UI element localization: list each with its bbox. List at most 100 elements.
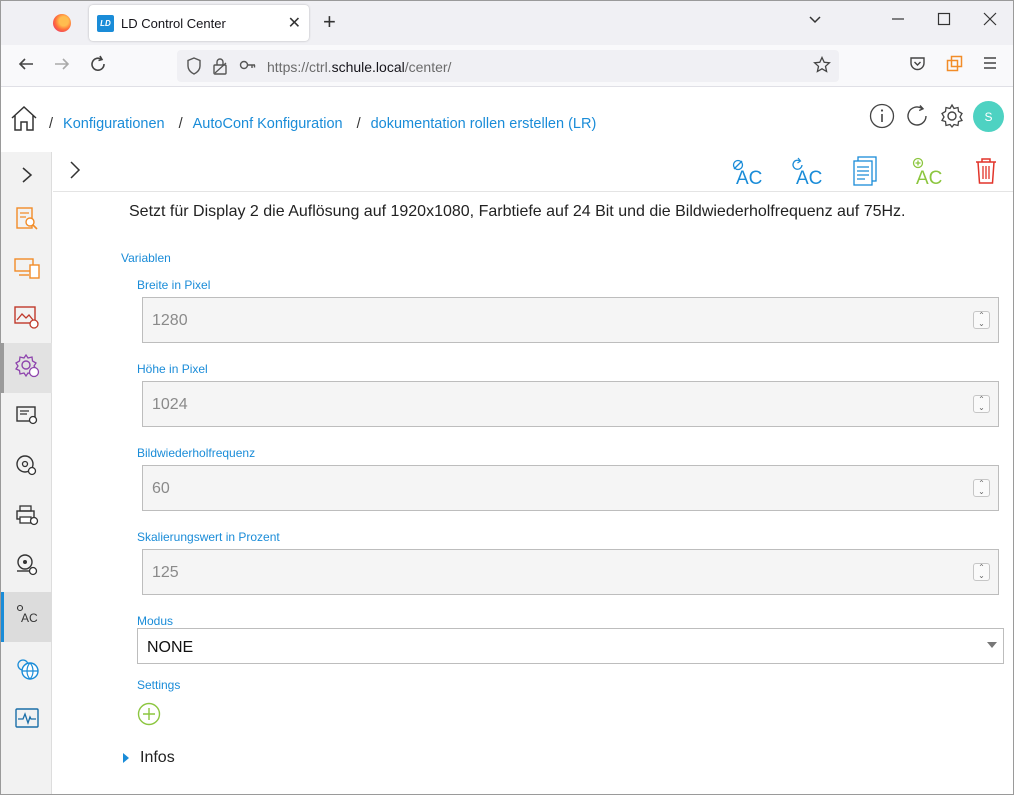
bookmark-star-icon[interactable] <box>813 55 831 79</box>
forward-icon[interactable] <box>53 55 71 78</box>
sidebar-item-reports[interactable] <box>1 196 52 246</box>
disc-icon <box>14 452 40 483</box>
refresh-rate-label: Bildwiederholfrequenz <box>137 446 256 460</box>
breadcrumb-separator: / <box>178 116 183 132</box>
infos-label: Infos <box>140 749 175 766</box>
sidebar-expand[interactable] <box>1 152 52 202</box>
url-bar[interactable]: https://ctrl.schule.local/center/ <box>177 50 839 82</box>
add-setting-button[interactable] <box>137 702 161 731</box>
width-value: 1280 <box>152 312 188 329</box>
mode-label: Modus <box>137 614 174 628</box>
refresh-rate-input[interactable]: 60 ⌃ ⌄ <box>142 465 999 511</box>
trash-icon[interactable] <box>973 155 999 192</box>
home-icon[interactable] <box>10 104 38 137</box>
settings-label: Settings <box>137 678 181 692</box>
image-settings-icon <box>13 304 41 335</box>
devices-icon <box>13 256 41 285</box>
list-tabs-icon[interactable] <box>808 11 822 31</box>
close-window-icon[interactable] <box>983 11 997 31</box>
server-icon <box>14 403 40 432</box>
close-tab-icon[interactable]: ✕ <box>288 13 301 33</box>
height-input[interactable]: 1024 ⌃ ⌄ <box>142 381 999 427</box>
expand-panel-icon[interactable] <box>69 160 81 185</box>
disable-ac-icon[interactable]: AC <box>729 155 763 192</box>
url-domain: schule.local <box>331 59 405 75</box>
app-header: / Konfigurationen / AutoConf Konfigurati… <box>1 88 1013 152</box>
url-prefix: https://ctrl. <box>267 59 332 75</box>
infos-toggle[interactable]: Infos <box>123 749 175 767</box>
printer-icon <box>14 503 40 532</box>
width-input[interactable]: 1280 ⌃ ⌄ <box>142 297 999 343</box>
drive-icon <box>14 552 40 583</box>
scaling-stepper[interactable]: ⌃ ⌄ <box>973 563 990 581</box>
back-icon[interactable] <box>17 55 35 78</box>
dropdown-caret-icon <box>987 642 997 648</box>
sidebar-item-servers[interactable] <box>1 392 52 442</box>
breadcrumb-current[interactable]: dokumentation rollen erstellen (LR) <box>371 116 597 132</box>
description-text: Setzt für Display 2 die Auflösung auf 19… <box>129 203 906 220</box>
height-stepper[interactable]: ⌃ ⌄ <box>973 395 990 413</box>
scaling-value: 125 <box>152 564 179 581</box>
shield-icon[interactable] <box>186 57 202 79</box>
reload-icon[interactable] <box>89 55 107 78</box>
sidebar-item-monitoring[interactable] <box>1 695 52 745</box>
svg-text:AC: AC <box>736 168 762 187</box>
minimize-icon[interactable] <box>891 11 905 31</box>
breadcrumb: / Konfigurationen / AutoConf Konfigurati… <box>47 116 608 132</box>
svg-text:AC: AC <box>916 168 942 187</box>
document-icon[interactable] <box>851 155 881 192</box>
reset-ac-icon[interactable]: AC <box>789 155 823 192</box>
sidebar-item-devices[interactable] <box>1 245 52 295</box>
maximize-icon[interactable] <box>937 11 951 31</box>
sidebar-item-printers[interactable] <box>1 492 52 542</box>
width-stepper[interactable]: ⌃ ⌄ <box>973 311 990 329</box>
firefox-icon[interactable] <box>53 14 71 32</box>
sidebar-item-autoconf[interactable]: AC <box>1 592 52 642</box>
breadcrumb-separator: / <box>356 116 361 132</box>
settings-gear-icon[interactable] <box>939 103 965 134</box>
refresh-rate-value: 60 <box>152 480 170 497</box>
breadcrumb-konfigurationen[interactable]: Konfigurationen <box>63 116 165 132</box>
ld-favicon-icon: LD <box>97 14 114 32</box>
info-icon[interactable] <box>869 103 895 134</box>
tab-strip: LD LD Control Center ✕ + <box>1 1 1013 45</box>
browser-tab[interactable]: LD LD Control Center ✕ <box>89 5 309 41</box>
globe-settings-icon <box>13 654 41 687</box>
height-label: Höhe in Pixel <box>137 362 208 376</box>
menu-icon[interactable] <box>982 55 998 76</box>
report-search-icon <box>14 206 40 237</box>
toolbar: AC AC AC <box>53 152 1013 192</box>
activity-icon <box>14 707 40 734</box>
refresh-icon[interactable] <box>904 103 930 134</box>
sidebar-item-software[interactable] <box>1 442 52 492</box>
nav-bar: https://ctrl.schule.local/center/ <box>1 45 1013 87</box>
url-text[interactable]: https://ctrl.schule.local/center/ <box>267 59 451 75</box>
chevron-right-icon <box>21 166 33 189</box>
key-icon[interactable] <box>239 57 257 77</box>
avatar[interactable]: S <box>973 101 1004 132</box>
tab-title: LD Control Center <box>121 15 226 31</box>
lock-icon[interactable] <box>212 57 228 79</box>
autoconf-icon: AC <box>13 602 43 633</box>
url-suffix: /center/ <box>404 59 452 75</box>
add-ac-icon[interactable]: AC <box>909 155 943 192</box>
main-content: Setzt für Display 2 die Auflösung auf 19… <box>53 192 1013 794</box>
sidebar-item-configurations[interactable] <box>1 343 52 393</box>
svg-text:AC: AC <box>21 611 38 625</box>
new-tab-icon[interactable]: + <box>323 11 336 33</box>
breadcrumb-autoconf[interactable]: AutoConf Konfiguration <box>193 116 343 132</box>
width-label: Breite in Pixel <box>137 278 211 292</box>
sidebar-item-drives[interactable] <box>1 542 52 592</box>
breadcrumb-separator: / <box>49 116 54 132</box>
mode-value: NONE <box>147 639 194 656</box>
browser-window: LD LD Control Center ✕ + https://ctrl.sc… <box>0 0 1014 795</box>
sidebar-item-network[interactable] <box>1 645 52 695</box>
mode-select[interactable]: NONE <box>137 628 1004 664</box>
scaling-label: Skalierungswert in Prozent <box>137 530 280 544</box>
extension-icon[interactable] <box>946 55 963 77</box>
sidebar-item-images[interactable] <box>1 294 52 344</box>
pocket-icon[interactable] <box>909 55 926 77</box>
refresh-rate-stepper[interactable]: ⌃ ⌄ <box>973 479 990 497</box>
scaling-input[interactable]: 125 ⌃ ⌄ <box>142 549 999 595</box>
plus-circle-icon <box>137 702 161 726</box>
